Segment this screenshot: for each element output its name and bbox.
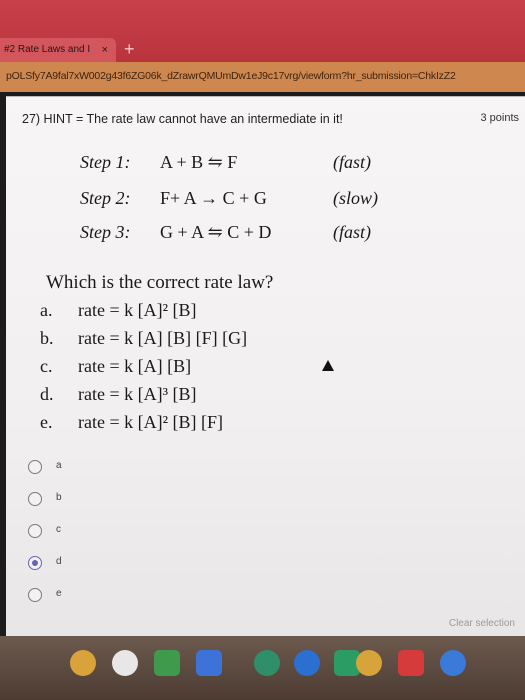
divider xyxy=(6,96,525,97)
browser-tab[interactable]: #2 Rate Laws and I × xyxy=(0,38,116,62)
choice-a: a. rate = k [A]² [B] xyxy=(40,300,197,321)
option-label[interactable]: d xyxy=(56,556,62,567)
photos-icon[interactable] xyxy=(356,650,382,676)
mouse-cursor-icon xyxy=(322,360,334,371)
choice-text: rate = k [A]³ [B] xyxy=(78,384,197,404)
radio-button[interactable] xyxy=(28,524,42,538)
option-label[interactable]: e xyxy=(56,588,62,599)
choice-c: c. rate = k [A] [B] xyxy=(40,356,191,377)
url-text[interactable]: pOLSfy7A9fal7xW002g43f6ZG06k_dZrawrQMUmD… xyxy=(6,70,456,82)
choice-letter: d. xyxy=(40,384,54,404)
radio-button[interactable] xyxy=(28,492,42,506)
browser-tab-bar: #2 Rate Laws and I × + xyxy=(0,0,525,62)
option-label[interactable]: b xyxy=(56,492,62,503)
choice-text: rate = k [A] [B] xyxy=(78,356,192,376)
choice-text: rate = k [A] [B] [F] [G] xyxy=(78,328,248,348)
clear-selection-link[interactable]: Clear selection xyxy=(449,618,515,629)
step-label: Step 2: xyxy=(80,188,131,208)
question-title: 27) HINT = The rate law cannot have an i… xyxy=(22,112,343,126)
youtube-icon[interactable] xyxy=(398,650,424,676)
os-shelf xyxy=(0,636,525,700)
docs-icon[interactable] xyxy=(196,650,222,676)
radio-button[interactable] xyxy=(28,460,42,474)
drive-icon[interactable] xyxy=(254,650,280,676)
step-reaction: G + A ⇋ C + D xyxy=(160,222,272,242)
tab-title: #2 Rate Laws and I xyxy=(4,44,91,55)
step-speed: (fast) xyxy=(333,222,371,242)
points-label: 3 points xyxy=(480,112,519,124)
step-reaction: A + B ⇋ F xyxy=(160,152,238,172)
radio-button[interactable] xyxy=(28,588,42,602)
form-page: 27) HINT = The rate law cannot have an i… xyxy=(6,96,525,636)
app-icon[interactable] xyxy=(440,650,466,676)
choice-letter: c. xyxy=(40,356,53,376)
address-bar[interactable]: pOLSfy7A9fal7xW002g43f6ZG06k_dZrawrQMUmD… xyxy=(0,62,525,92)
choice-e: e. rate = k [A]² [B] [F] xyxy=(40,412,223,433)
choice-letter: a. xyxy=(40,300,53,320)
gmail-icon[interactable] xyxy=(112,650,138,676)
tab-close-icon[interactable]: × xyxy=(102,38,108,62)
chrome-icon[interactable] xyxy=(70,650,96,676)
step-label: Step 3: xyxy=(80,222,131,242)
step-reaction: F+ A → C + G xyxy=(160,188,267,208)
new-tab-icon[interactable]: + xyxy=(124,38,135,60)
option-label[interactable]: a xyxy=(56,460,62,471)
choice-d: d. rate = k [A]³ [B] xyxy=(40,384,197,405)
step-label: Step 1: xyxy=(80,152,131,172)
choice-text: rate = k [A]² [B] xyxy=(78,300,197,320)
choice-b: b. rate = k [A] [B] [F] [G] xyxy=(40,328,247,349)
classroom-icon[interactable] xyxy=(154,650,180,676)
question-prompt: Which is the correct rate law? xyxy=(46,272,274,293)
option-label[interactable]: c xyxy=(56,524,61,535)
step-speed: (fast) xyxy=(333,152,371,172)
choice-text: rate = k [A]² [B] [F] xyxy=(78,412,224,432)
step-speed: (slow) xyxy=(333,188,378,208)
radio-button-selected[interactable] xyxy=(28,556,42,570)
files-icon[interactable] xyxy=(294,650,320,676)
choice-letter: b. xyxy=(40,328,54,348)
choice-letter: e. xyxy=(40,412,53,432)
